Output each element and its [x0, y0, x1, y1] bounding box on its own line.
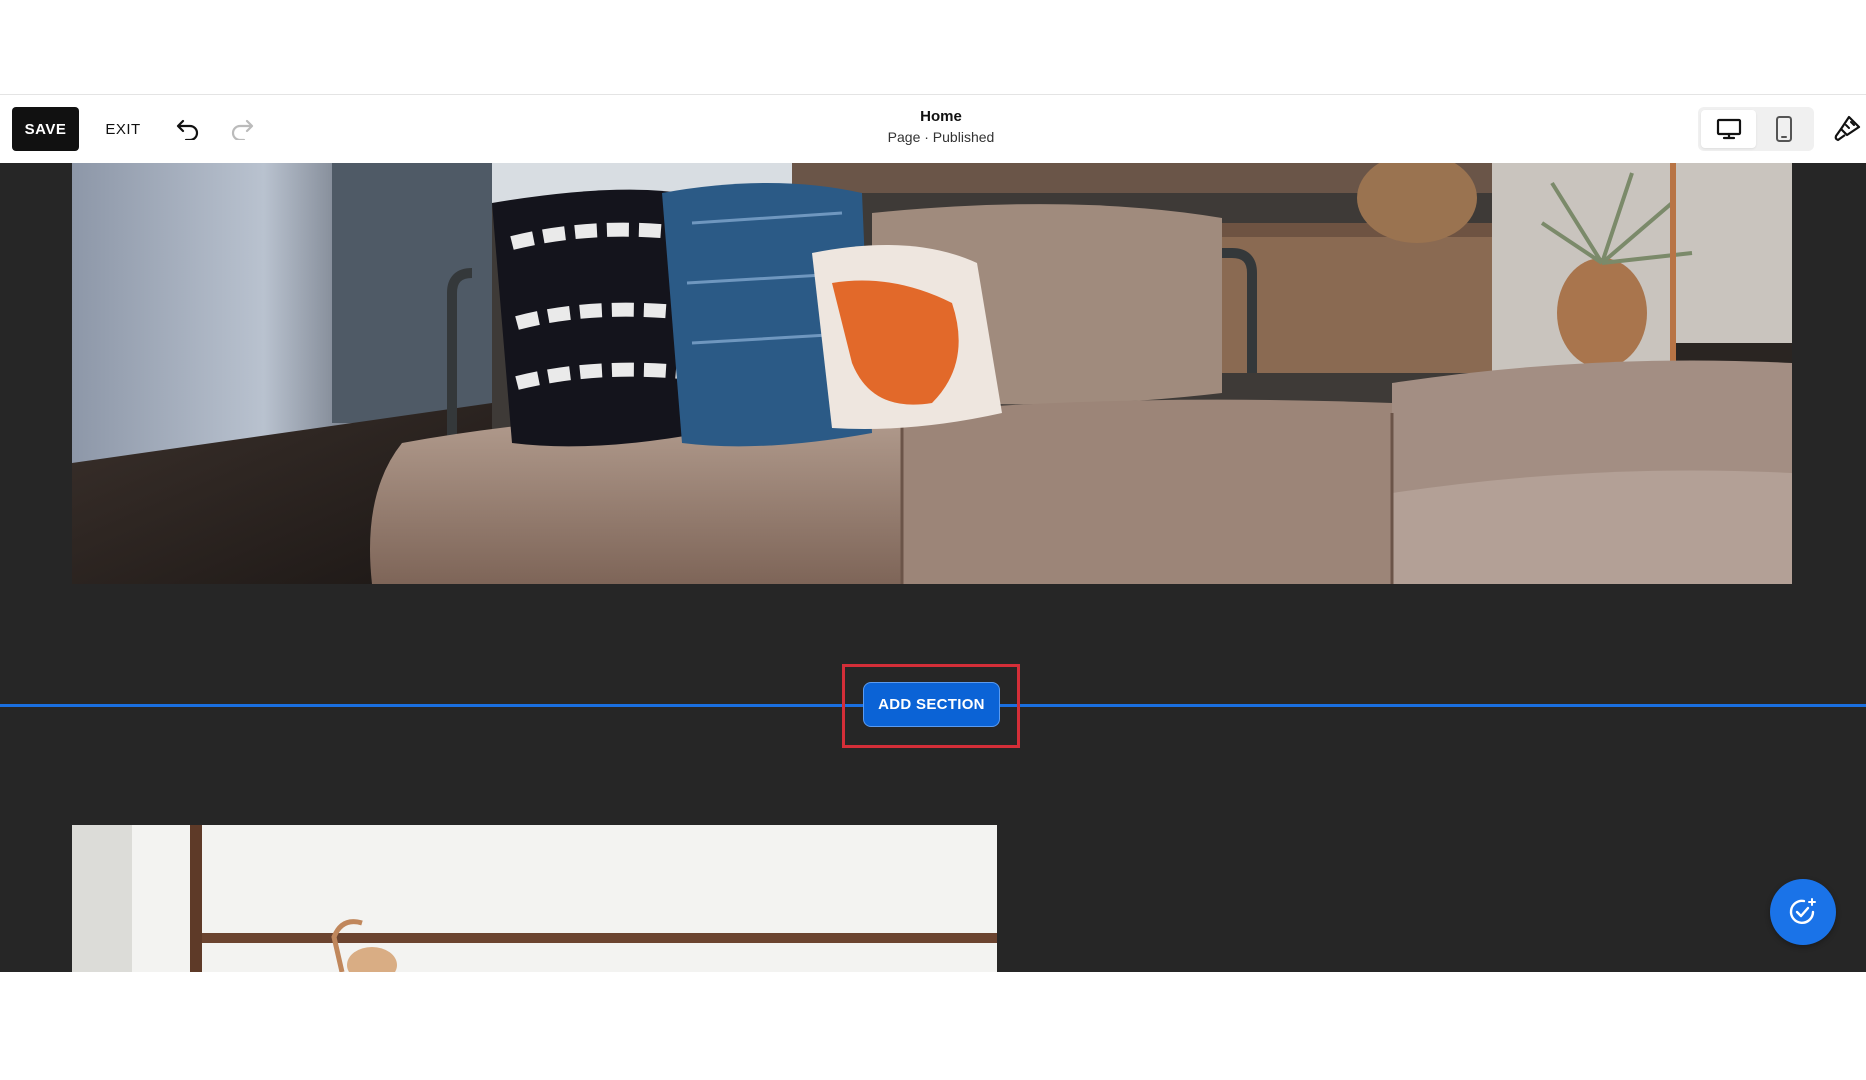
- page-canvas: ADD SECTION: [0, 163, 1866, 972]
- bedroom-lamp-image[interactable]: [72, 825, 997, 972]
- sofa-living-room-image[interactable]: [72, 163, 1792, 584]
- desktop-monitor-icon: [1716, 118, 1741, 140]
- undo-button[interactable]: [168, 109, 208, 149]
- mobile-view-button[interactable]: [1756, 110, 1811, 148]
- assistant-button[interactable]: [1770, 879, 1836, 945]
- device-toggle: [1698, 107, 1814, 151]
- redo-arrow-icon: [231, 119, 254, 140]
- add-section-button[interactable]: ADD SECTION: [863, 682, 1000, 727]
- exit-button[interactable]: EXIT: [92, 107, 154, 151]
- save-button[interactable]: SAVE: [12, 107, 79, 151]
- page-status: Page · Published: [887, 129, 995, 145]
- undo-arrow-icon: [176, 119, 199, 140]
- editor-toolbar: SAVE EXIT Home Page · Published: [0, 94, 1866, 163]
- editor-app: SAVE EXIT Home Page · Published ADD SECT…: [0, 0, 1866, 1080]
- page-title: Home: [920, 108, 962, 125]
- paintbrush-icon: [1834, 115, 1861, 142]
- site-styles-button[interactable]: [1828, 109, 1866, 149]
- mobile-phone-icon: [1775, 116, 1792, 142]
- page-info[interactable]: Home Page · Published: [833, 107, 1049, 147]
- redo-button[interactable]: [222, 109, 262, 149]
- desktop-view-button[interactable]: [1701, 110, 1756, 148]
- ai-sparkle-check-icon: [1789, 898, 1816, 924]
